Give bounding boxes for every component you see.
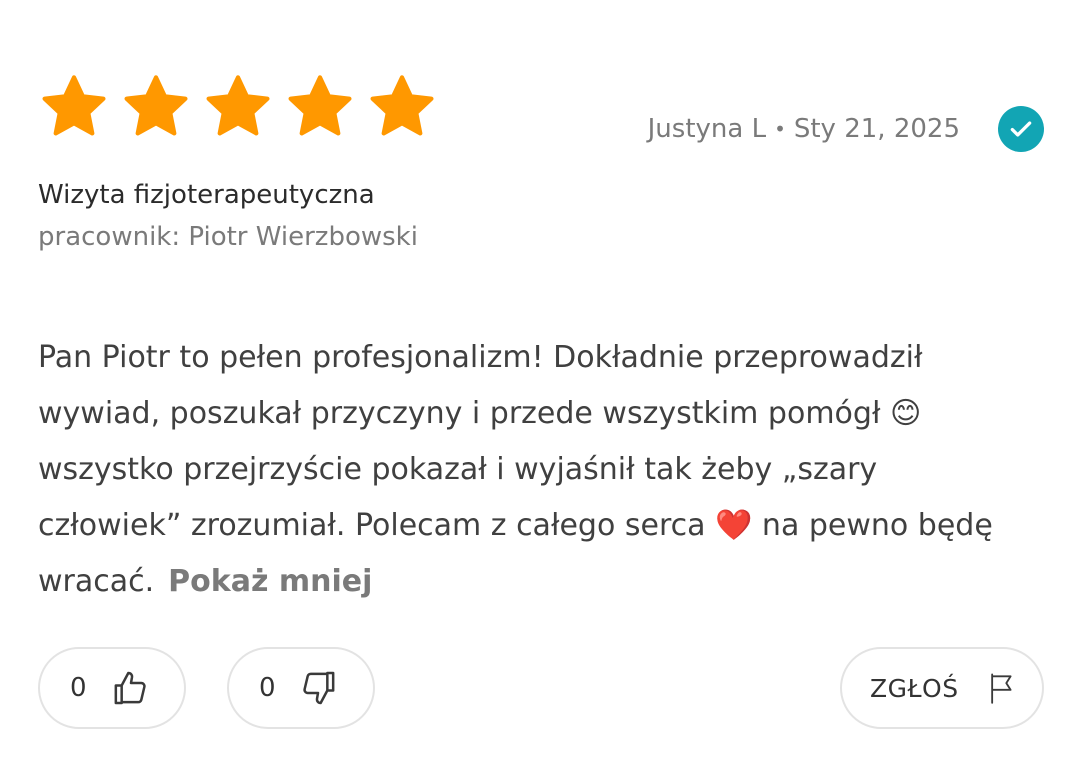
like-button[interactable]: 0 <box>38 647 186 729</box>
service-name: Wizyta fizjoterapeutyczna <box>38 180 375 210</box>
review-date: Sty 21, 2025 <box>793 114 960 144</box>
star-icon <box>42 75 106 136</box>
report-label: ZGŁOŚ <box>870 673 959 703</box>
like-count: 0 <box>70 673 87 703</box>
review-body: Pan Piotr to pełen profesjonalizm! Dokła… <box>38 330 998 610</box>
dislike-count: 0 <box>259 673 276 703</box>
report-button[interactable]: ZGŁOŚ <box>840 647 1044 729</box>
thumbs-up-icon <box>114 671 146 705</box>
author-info: Justyna L • Sty 21, 2025 <box>648 106 1044 152</box>
show-less-link[interactable]: Pokaż mniej <box>168 564 372 599</box>
review-text: Pan Piotr to pełen profesjonalizm! Dokła… <box>38 340 993 599</box>
review-card: Justyna L • Sty 21, 2025 Wizyta fizjoter… <box>0 0 1080 764</box>
verified-badge <box>998 106 1044 152</box>
thumbs-down-icon <box>303 671 335 705</box>
star-icon <box>370 75 434 136</box>
star-icon <box>124 75 188 136</box>
checkmark-icon <box>1010 121 1032 137</box>
separator-dot: • <box>774 117 786 141</box>
star-icon <box>288 75 352 136</box>
star-rating <box>38 72 438 144</box>
dislike-button[interactable]: 0 <box>227 647 375 729</box>
author-meta: Justyna L • Sty 21, 2025 <box>648 114 960 144</box>
author-name: Justyna L <box>647 114 767 144</box>
employee-name: pracownik: Piotr Wierzbowski <box>38 222 418 252</box>
flag-icon <box>990 673 1012 704</box>
star-icon <box>206 75 270 136</box>
